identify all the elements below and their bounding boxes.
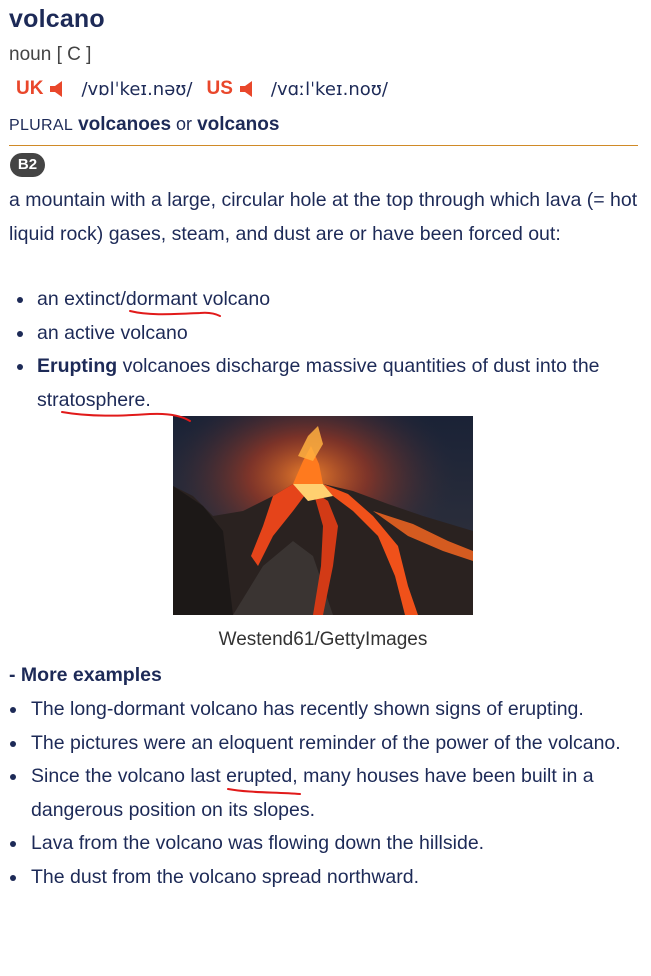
example-item: an extinct/dormant volcano (0, 283, 637, 317)
ipa-us: /vɑːlˈkeɪ.noʊ/ (270, 78, 388, 100)
plural-or: or (176, 114, 193, 134)
speaker-icon[interactable] (49, 80, 69, 98)
pronunciations: UK /vɒlˈkeɪ.nəʊ/ US /vɑːlˈkeɪ.noʊ/ (16, 76, 402, 102)
emphasis-word: Erupting (37, 355, 118, 377)
underlined-word: stratosphere (37, 388, 146, 411)
speaker-icon[interactable] (239, 80, 259, 98)
more-examples-toggle[interactable]: - More examples (9, 664, 162, 687)
definition: a mountain with a large, circular hole a… (9, 189, 638, 245)
example-item: The pictures were an eloquent reminder o… (0, 727, 621, 761)
plural-label: PLURAL (9, 117, 74, 134)
image-credit: Westend61/GettyImages (218, 629, 428, 650)
plural-forms: PLURAL volcanoes or volcanos (9, 114, 279, 136)
region-us: US (206, 78, 233, 99)
example-item: Lava from the volcano was flowing down t… (0, 827, 621, 861)
ipa-uk: /vɒlˈkeɪ.nəʊ/ (81, 78, 193, 100)
grammar-code: [ C ] (56, 44, 92, 65)
example-item: an active volcano (0, 317, 637, 351)
example-list: an extinct/dormant volcano an active vol… (0, 283, 637, 417)
plural-form: volcanos (197, 114, 280, 135)
pos-label: noun (9, 44, 52, 65)
example-item: Since the volcano last erupted, many hou… (0, 760, 621, 827)
region-uk: UK (16, 78, 44, 99)
more-example-list: The long-dormant volcano has recently sh… (0, 693, 621, 894)
level-badge: B2 (10, 153, 45, 177)
headword: volcano (9, 5, 105, 33)
example-item: The dust from the volcano spread northwa… (0, 861, 621, 895)
example-item: Erupting volcanoes discharge massive qua… (0, 350, 637, 417)
divider (9, 145, 638, 146)
underlined-word: dormant (125, 288, 198, 310)
example-item: The long-dormant volcano has recently sh… (0, 693, 621, 727)
volcano-photo (173, 416, 473, 615)
underlined-word: eloquent (218, 731, 294, 754)
plural-form: volcanoes (78, 114, 172, 135)
part-of-speech: noun [ C ] (9, 44, 91, 66)
